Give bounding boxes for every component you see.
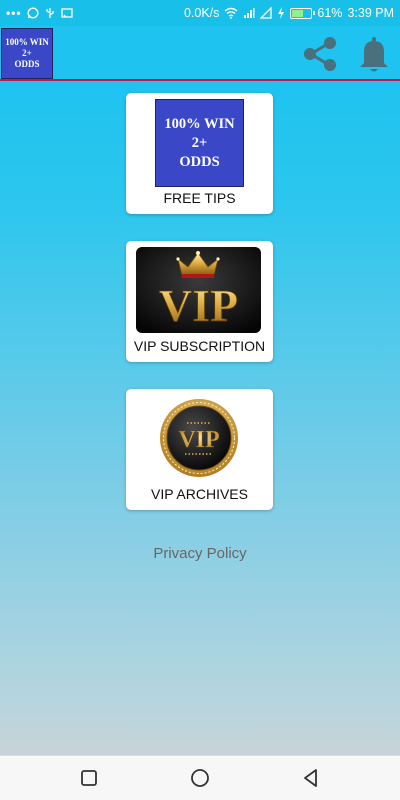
app-logo: 100% WIN 2+ ODDS (1, 28, 53, 79)
vip-archives-label: VIP ARCHIVES (150, 486, 248, 502)
back-icon[interactable] (299, 766, 323, 790)
battery-percent: 61% (317, 6, 343, 20)
share-icon[interactable] (300, 34, 340, 74)
signal-icon (244, 8, 255, 18)
vip-archives-card[interactable]: VIP VIP ARCHIVES (126, 389, 273, 510)
vip-crown-image: VIP (136, 247, 261, 333)
vip-logo-text: VIP (159, 280, 238, 331)
charging-icon (278, 7, 285, 19)
vip-subscription-label: VIP SUBSCRIPTION (133, 338, 266, 354)
network-speed: 0.0K/s (183, 6, 220, 20)
clock: 3:39 PM (347, 6, 394, 20)
battery-icon (290, 7, 316, 19)
app-bar: 100% WIN 2+ ODDS (0, 26, 400, 81)
vip-subscription-card[interactable]: VIP VIP SUBSCRIPTION (126, 241, 273, 362)
vip-badge-image: VIP (160, 399, 238, 477)
free-tips-card[interactable]: 100% WIN 2+ ODDS FREE TIPS (126, 93, 273, 214)
privacy-policy-link[interactable]: Privacy Policy (0, 545, 400, 562)
free-tips-label: FREE TIPS (163, 190, 236, 206)
bell-icon[interactable] (356, 34, 392, 74)
recent-apps-icon[interactable] (77, 766, 101, 790)
usb-icon (45, 8, 54, 18)
signal-empty-icon (260, 7, 273, 19)
system-nav-bar (0, 755, 400, 800)
cast-icon (60, 8, 73, 18)
wifi-icon (224, 7, 238, 19)
more-notifications-icon: ••• (6, 6, 22, 20)
home-icon[interactable] (188, 766, 212, 790)
free-tips-image: 100% WIN 2+ ODDS (155, 99, 244, 187)
vip-badge-text: VIP (178, 427, 219, 453)
whatsapp-icon (27, 7, 39, 19)
status-bar: ••• 0.0K/s 61% 3:39 PM (0, 0, 400, 26)
